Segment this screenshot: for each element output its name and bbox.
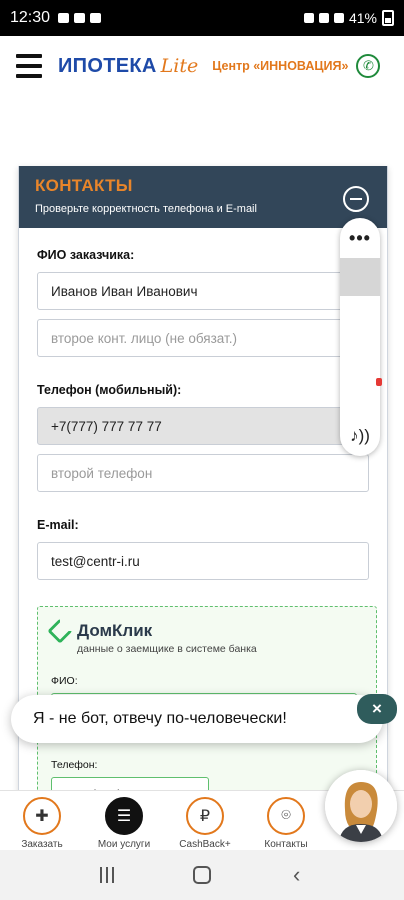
fio-label: ФИО заказчика: xyxy=(37,248,135,262)
list-icon: ☰ xyxy=(105,797,143,835)
back-button[interactable]: ‹ xyxy=(277,855,317,895)
notification-icon xyxy=(74,13,86,23)
app-header: ИПОТЕКА Lite Центр «ИННОВАЦИЯ» ✆ xyxy=(0,36,404,96)
sound-icon[interactable]: ♪)) xyxy=(340,426,380,446)
domclick-house-icon xyxy=(47,618,73,644)
chat-message: Я - не бот, отвечу по-человечески! xyxy=(33,710,287,727)
domclick-logo: ДомКлик xyxy=(47,618,363,644)
nav-item-contacts[interactable]: ⌾ Контакты xyxy=(246,797,326,851)
more-icon[interactable]: ••• xyxy=(340,218,380,258)
operator-portrait-icon xyxy=(325,770,397,842)
center-name: Центр «ИННОВАЦИЯ» xyxy=(212,59,349,73)
email-label: E-mail: xyxy=(37,518,79,532)
chat-close-button[interactable]: × xyxy=(357,694,397,724)
order-icon: ✚ xyxy=(23,797,61,835)
clock: 12:30 xyxy=(10,9,51,26)
message-icon xyxy=(90,13,102,23)
menu-icon[interactable] xyxy=(16,54,42,78)
side-panel-slot xyxy=(340,258,380,296)
battery-icon xyxy=(382,10,394,26)
domclick-subtitle: данные о заемщике в системе банка xyxy=(77,643,257,655)
red-marker xyxy=(376,378,382,386)
second-phone-input[interactable]: второй телефон xyxy=(37,454,369,492)
collapse-icon[interactable] xyxy=(343,186,369,212)
fio-input[interactable]: Иванов Иван Иванович xyxy=(37,272,369,310)
wifi-icon xyxy=(318,13,329,23)
nav-item-my-services[interactable]: ☰ Мои услуги xyxy=(84,797,164,851)
operator-avatar[interactable] xyxy=(325,770,397,842)
side-panel[interactable]: ••• ♪)) xyxy=(340,218,380,456)
signal-icon xyxy=(333,13,344,23)
logo-main: ИПОТЕКА xyxy=(58,54,157,77)
second-contact-input[interactable]: второе конт. лицо (не обязат.) xyxy=(37,319,369,357)
card-title: КОНТАКТЫ xyxy=(35,176,133,195)
recent-apps-button[interactable] xyxy=(87,855,127,895)
alarm-icon xyxy=(303,13,314,23)
status-bar: 12:30 41% xyxy=(0,0,404,36)
phone-label: Телефон (мобильный): xyxy=(37,383,182,397)
nav-item-cashback[interactable]: ₽ CashBack+ xyxy=(165,797,245,851)
phone-input[interactable]: +7(777) 777 77 77 xyxy=(37,407,369,445)
chat-bubble[interactable]: Я - не бот, отвечу по-человечески! xyxy=(11,695,383,743)
system-nav: ‹ xyxy=(0,850,404,900)
email-input[interactable]: test@centr-i.ru xyxy=(37,542,369,580)
location-pin-icon: ⌾ xyxy=(267,797,305,835)
domclick-name: ДомКлик xyxy=(77,621,153,640)
notification-icons xyxy=(58,13,102,23)
card-subtitle: Проверьте корректность телефона и E-mail xyxy=(35,203,257,215)
battery-percent: 41% xyxy=(348,10,377,26)
whatsapp-phone-icon[interactable]: ✆ xyxy=(356,54,381,78)
gallery-icon xyxy=(58,13,70,23)
domclick-phone-label: Телефон: xyxy=(51,759,98,771)
ruble-icon: ₽ xyxy=(186,797,224,835)
system-status: 41% xyxy=(303,10,394,26)
domclick-fio-label: ФИО: xyxy=(51,675,78,687)
home-button[interactable] xyxy=(182,855,222,895)
nav-item-order[interactable]: ✚ Заказать xyxy=(2,797,82,851)
card-header: КОНТАКТЫ Проверьте корректность телефона… xyxy=(19,166,387,228)
logo-lite: Lite xyxy=(160,55,199,77)
